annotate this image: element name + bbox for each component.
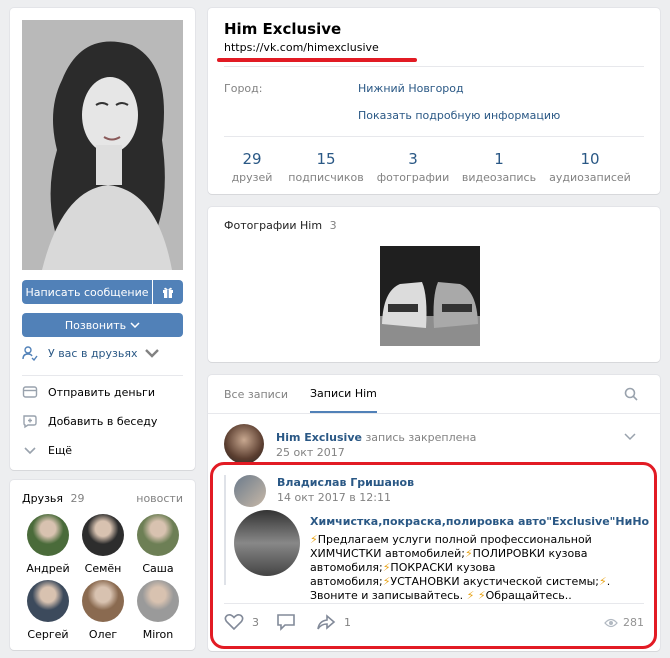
- friend-item[interactable]: Олег: [78, 580, 128, 641]
- friend-name[interactable]: Miron: [133, 628, 183, 641]
- friend-item[interactable]: Сергей: [23, 580, 73, 641]
- write-message-button[interactable]: Написать сообщение: [22, 280, 152, 304]
- friend-item[interactable]: Саша: [133, 514, 183, 575]
- gift-icon: [163, 287, 173, 298]
- friend-name[interactable]: Сергей: [23, 628, 73, 641]
- stat-videos[interactable]: 1 видеозапись: [455, 150, 543, 184]
- friend-name[interactable]: Олег: [78, 628, 128, 641]
- add-to-chat-link[interactable]: Добавить в беседу: [22, 413, 157, 429]
- photos-title: Фотографии Him: [224, 219, 323, 232]
- stat-value: 3: [408, 150, 418, 168]
- tab-his-posts[interactable]: Записи Him: [310, 375, 377, 413]
- avatar[interactable]: [137, 514, 179, 556]
- highlight-underline: [217, 58, 417, 62]
- chevron-down-icon: [130, 322, 140, 328]
- send-money-label: Отправить деньги: [48, 385, 155, 399]
- highlight-frame: [210, 462, 657, 649]
- stat-label: видеозапись: [461, 171, 537, 184]
- friends-count: 29: [70, 492, 85, 505]
- photo-thumbnail[interactable]: [380, 246, 480, 346]
- post-header: Him Exclusive запись закреплена: [276, 431, 476, 444]
- stat-value: 1: [494, 150, 504, 168]
- chevron-down-icon: [144, 349, 159, 358]
- show-details-link[interactable]: Показать подробную информацию: [358, 109, 560, 122]
- more-actions-label: Ещё: [48, 443, 73, 457]
- friend-item[interactable]: Семён: [78, 514, 128, 575]
- page-title: Him Exclusive: [224, 20, 342, 38]
- stat-value: 15: [316, 150, 336, 168]
- stat-label: подписчиков: [288, 171, 364, 184]
- add-to-chat-label: Добавить в беседу: [48, 414, 158, 428]
- avatar[interactable]: [27, 580, 69, 622]
- stat-audio[interactable]: 10 аудиозаписей: [546, 150, 634, 184]
- friend-status-label: У вас в друзьях: [48, 346, 138, 360]
- profile-info-card: Him Exclusive https://vk.com/himexclusiv…: [208, 8, 660, 194]
- post-author[interactable]: Him Exclusive: [276, 431, 362, 444]
- profile-url[interactable]: https://vk.com/himexclusive: [224, 41, 379, 54]
- avatar[interactable]: [27, 514, 69, 556]
- avatar[interactable]: [82, 580, 124, 622]
- friend-item[interactable]: Miron: [133, 580, 183, 641]
- photos-block: Фотографии Him 3: [208, 207, 660, 362]
- avatar[interactable]: [137, 580, 179, 622]
- send-money-link[interactable]: Отправить деньги: [22, 384, 155, 400]
- post-date[interactable]: 25 окт 2017: [276, 446, 345, 459]
- money-card-icon: [22, 386, 38, 398]
- city-label: Город:: [224, 82, 263, 95]
- profile-photo-image: [22, 20, 183, 270]
- search-icon[interactable]: [624, 387, 638, 401]
- divider: [22, 375, 183, 376]
- avatar[interactable]: [224, 424, 264, 464]
- gift-button[interactable]: [153, 280, 183, 304]
- divider: [208, 413, 660, 414]
- divider: [224, 136, 644, 137]
- friends-block: Друзья 29 новости Андрей Семён Саша Сергей О…: [10, 480, 195, 650]
- more-actions-link[interactable]: Ещё: [22, 442, 72, 458]
- stat-followers[interactable]: 15 подписчиков: [282, 150, 370, 184]
- stat-label: фотографии: [376, 171, 450, 184]
- profile-photo[interactable]: [22, 20, 183, 270]
- city-value[interactable]: Нижний Новгород: [358, 82, 464, 95]
- tab-all-posts[interactable]: Все записи: [224, 388, 288, 401]
- stat-photos[interactable]: 3 фотографии: [369, 150, 457, 184]
- divider: [224, 66, 644, 67]
- friend-name[interactable]: Саша: [133, 562, 183, 575]
- call-button[interactable]: Позвонить: [22, 313, 183, 337]
- wall-tabs: Все записи Записи Him: [224, 375, 377, 413]
- chevron-down-icon: [24, 447, 36, 455]
- add-chat-icon: [23, 415, 37, 429]
- photos-header[interactable]: Фотографии Him 3: [224, 219, 337, 232]
- avatar[interactable]: [82, 514, 124, 556]
- friend-name[interactable]: Семён: [78, 562, 128, 575]
- friend-check-icon: [22, 346, 38, 361]
- friends-header: Друзья 29 новости: [22, 492, 183, 505]
- stat-label: аудиозаписей: [549, 171, 631, 184]
- call-button-label: Позвонить: [64, 318, 127, 332]
- post-pinned-label: запись закреплена: [365, 431, 477, 444]
- cars-photo-image: [380, 246, 480, 346]
- friend-status-dropdown[interactable]: У вас в друзьях: [22, 345, 160, 361]
- friends-title[interactable]: Друзья: [22, 492, 63, 505]
- friend-name[interactable]: Андрей: [23, 562, 73, 575]
- friend-item[interactable]: Андрей: [23, 514, 73, 575]
- stat-value: 10: [580, 150, 600, 168]
- profile-actions-card: Написать сообщение Позвонить У вас в дру…: [10, 8, 195, 470]
- photos-count: 3: [329, 219, 337, 232]
- friends-news-link[interactable]: новости: [136, 492, 183, 505]
- chevron-down-icon[interactable]: [624, 433, 636, 441]
